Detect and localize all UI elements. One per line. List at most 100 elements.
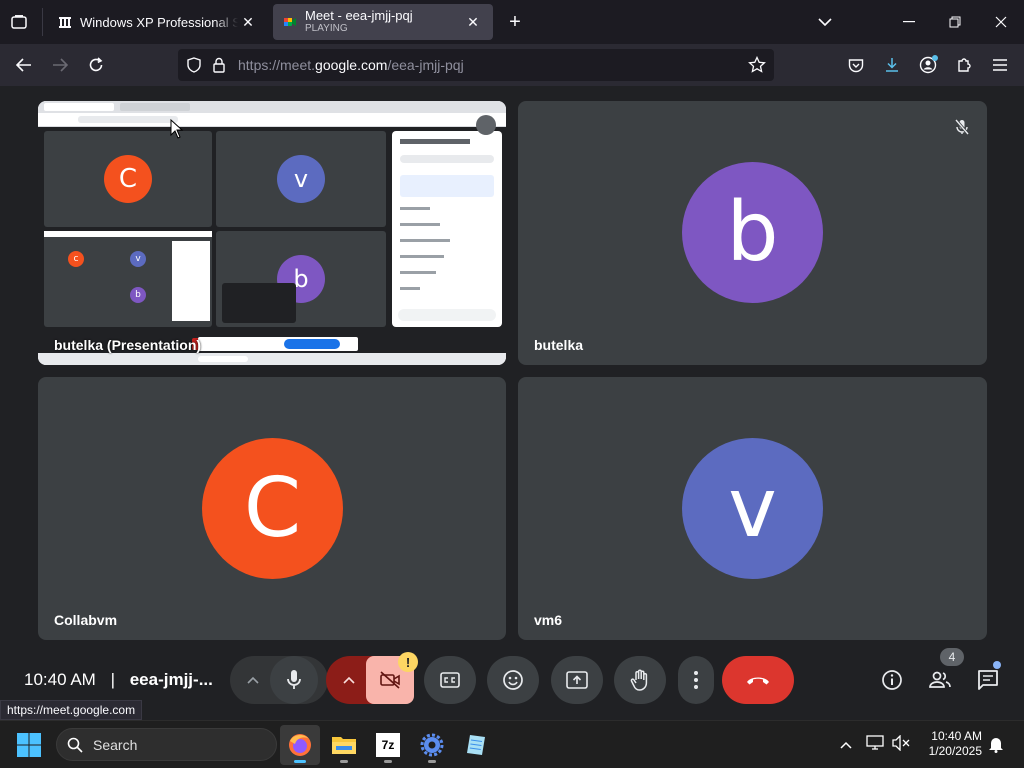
taskbar-app-notepad[interactable] bbox=[456, 725, 496, 765]
folder-icon bbox=[332, 737, 356, 754]
chevron-up-icon bbox=[343, 676, 355, 684]
taskbar-clock[interactable]: 10:40 AM 1/20/2025 bbox=[918, 729, 982, 759]
mic-off-icon bbox=[954, 119, 970, 135]
list-all-tabs-button[interactable] bbox=[813, 10, 837, 34]
leave-call-button[interactable] bbox=[722, 656, 794, 704]
shared-screen-tabbar bbox=[38, 101, 506, 113]
url-bar[interactable]: https://meet.google.com/eea-jmjj-pqj bbox=[178, 49, 774, 81]
people-icon bbox=[929, 671, 951, 688]
account-button[interactable] bbox=[914, 52, 942, 78]
new-tab-button[interactable]: + bbox=[503, 10, 527, 34]
taskbar-app-settings[interactable] bbox=[412, 725, 452, 765]
network-icon[interactable] bbox=[866, 735, 886, 755]
shared-screen-urlbar bbox=[38, 113, 506, 127]
shared-tile: v bbox=[216, 131, 386, 227]
download-icon bbox=[886, 58, 898, 72]
tile-name: butelka bbox=[534, 337, 584, 353]
reload-icon bbox=[89, 57, 103, 72]
participant-tile-butelka[interactable]: b butelka bbox=[518, 101, 987, 365]
audio-options-button[interactable] bbox=[240, 670, 266, 690]
video-options-button[interactable] bbox=[336, 670, 362, 690]
present-now-button[interactable] bbox=[551, 656, 603, 704]
close-icon[interactable]: ✕ bbox=[238, 12, 258, 32]
tab-meet[interactable]: Meet - eea-jmjj-pqj PLAYING ✕ bbox=[273, 4, 493, 40]
taskbar-search[interactable]: Search bbox=[56, 728, 277, 761]
shared-side-panel bbox=[392, 131, 502, 327]
microphone-button[interactable] bbox=[270, 656, 318, 704]
forward-button[interactable] bbox=[46, 52, 74, 78]
lock-icon[interactable] bbox=[212, 57, 226, 73]
url-text[interactable]: https://meet.google.com/eea-jmjj-pqj bbox=[238, 57, 464, 73]
notification-dot bbox=[932, 55, 938, 61]
pin-icon[interactable] bbox=[476, 115, 496, 135]
chat-button[interactable] bbox=[972, 664, 1004, 696]
gear-icon bbox=[420, 733, 444, 757]
close-icon[interactable]: ✕ bbox=[463, 12, 483, 32]
navigation-toolbar: https://meet.google.com/eea-jmjj-pqj bbox=[0, 44, 1024, 86]
taskbar-app-firefox[interactable] bbox=[280, 725, 320, 765]
tile-name: vm6 bbox=[534, 612, 563, 628]
columns-favicon-icon bbox=[59, 17, 71, 28]
emoji-icon bbox=[503, 670, 523, 690]
participant-count-badge: 4 bbox=[940, 648, 964, 666]
chat-notification-dot bbox=[993, 661, 1001, 669]
firefox-icon bbox=[289, 734, 311, 756]
volume-muted-icon[interactable] bbox=[892, 734, 912, 755]
tab-windows-xp[interactable]: Windows XP Professional SP3 x86 ✕ bbox=[48, 4, 268, 40]
downloads-button[interactable] bbox=[878, 52, 906, 78]
reactions-button[interactable] bbox=[487, 656, 539, 704]
tab-divider bbox=[42, 8, 43, 36]
shared-meet-view: C v c v b b bbox=[38, 127, 506, 335]
participant-tile-vm6[interactable]: v vm6 bbox=[518, 377, 987, 640]
arrow-left-icon bbox=[16, 58, 31, 72]
camera-off-icon bbox=[380, 671, 400, 689]
shared-avatar: v bbox=[277, 155, 325, 203]
clock-time: 10:40 AM bbox=[931, 729, 982, 743]
show-hidden-icons-button[interactable] bbox=[836, 735, 856, 755]
meeting-details-button[interactable] bbox=[876, 664, 908, 696]
menu-button[interactable] bbox=[986, 52, 1014, 78]
firefox-view-button[interactable] bbox=[6, 10, 32, 34]
taskbar-app-7zip[interactable]: 7z bbox=[368, 725, 408, 765]
notification-bell-icon[interactable] bbox=[988, 735, 1006, 755]
presentation-tile[interactable]: C v c v b b butelka (Presentation) bbox=[38, 101, 506, 365]
mouse-cursor-icon bbox=[170, 119, 184, 139]
arrow-right-icon bbox=[53, 58, 68, 72]
participant-avatar: v bbox=[682, 438, 823, 579]
shield-icon[interactable] bbox=[186, 57, 202, 73]
reload-button[interactable] bbox=[82, 52, 110, 78]
captions-button[interactable] bbox=[424, 656, 476, 704]
chevron-up-icon bbox=[840, 741, 852, 749]
search-icon bbox=[67, 737, 83, 753]
captions-icon bbox=[440, 672, 460, 688]
close-icon bbox=[995, 16, 1007, 28]
puzzle-icon bbox=[958, 58, 971, 72]
meeting-code: eea-jmjj-... bbox=[129, 670, 213, 689]
people-button[interactable] bbox=[924, 664, 956, 696]
tab-title: Meet - eea-jmjj-pqj bbox=[305, 9, 413, 23]
start-button[interactable] bbox=[16, 732, 42, 758]
microphone-icon bbox=[287, 670, 301, 689]
notepad-icon bbox=[467, 735, 485, 755]
pocket-icon bbox=[848, 58, 864, 72]
participant-avatar: C bbox=[202, 438, 343, 579]
extensions-button[interactable] bbox=[950, 52, 978, 78]
minimize-button[interactable] bbox=[896, 10, 922, 34]
participant-avatar: b bbox=[682, 162, 823, 303]
participant-tile-collabvm[interactable]: C Collabvm bbox=[38, 377, 506, 640]
search-placeholder: Search bbox=[93, 737, 138, 753]
star-icon[interactable] bbox=[748, 56, 766, 74]
meet-favicon-icon bbox=[284, 18, 296, 26]
restore-button[interactable] bbox=[942, 10, 968, 34]
chat-icon bbox=[978, 670, 998, 690]
back-button[interactable] bbox=[10, 52, 38, 78]
pocket-button[interactable] bbox=[842, 52, 870, 78]
more-options-button[interactable] bbox=[678, 656, 714, 704]
windows-taskbar: Search 7z 10:40 AM 1/20/2025 bbox=[0, 720, 1024, 768]
present-screen-icon bbox=[566, 671, 588, 689]
taskbar-app-file-explorer[interactable] bbox=[324, 725, 364, 765]
tile-name: butelka (Presentation) bbox=[54, 337, 202, 353]
raise-hand-button[interactable] bbox=[614, 656, 666, 704]
close-window-button[interactable] bbox=[988, 10, 1014, 34]
shared-avatar: C bbox=[104, 155, 152, 203]
